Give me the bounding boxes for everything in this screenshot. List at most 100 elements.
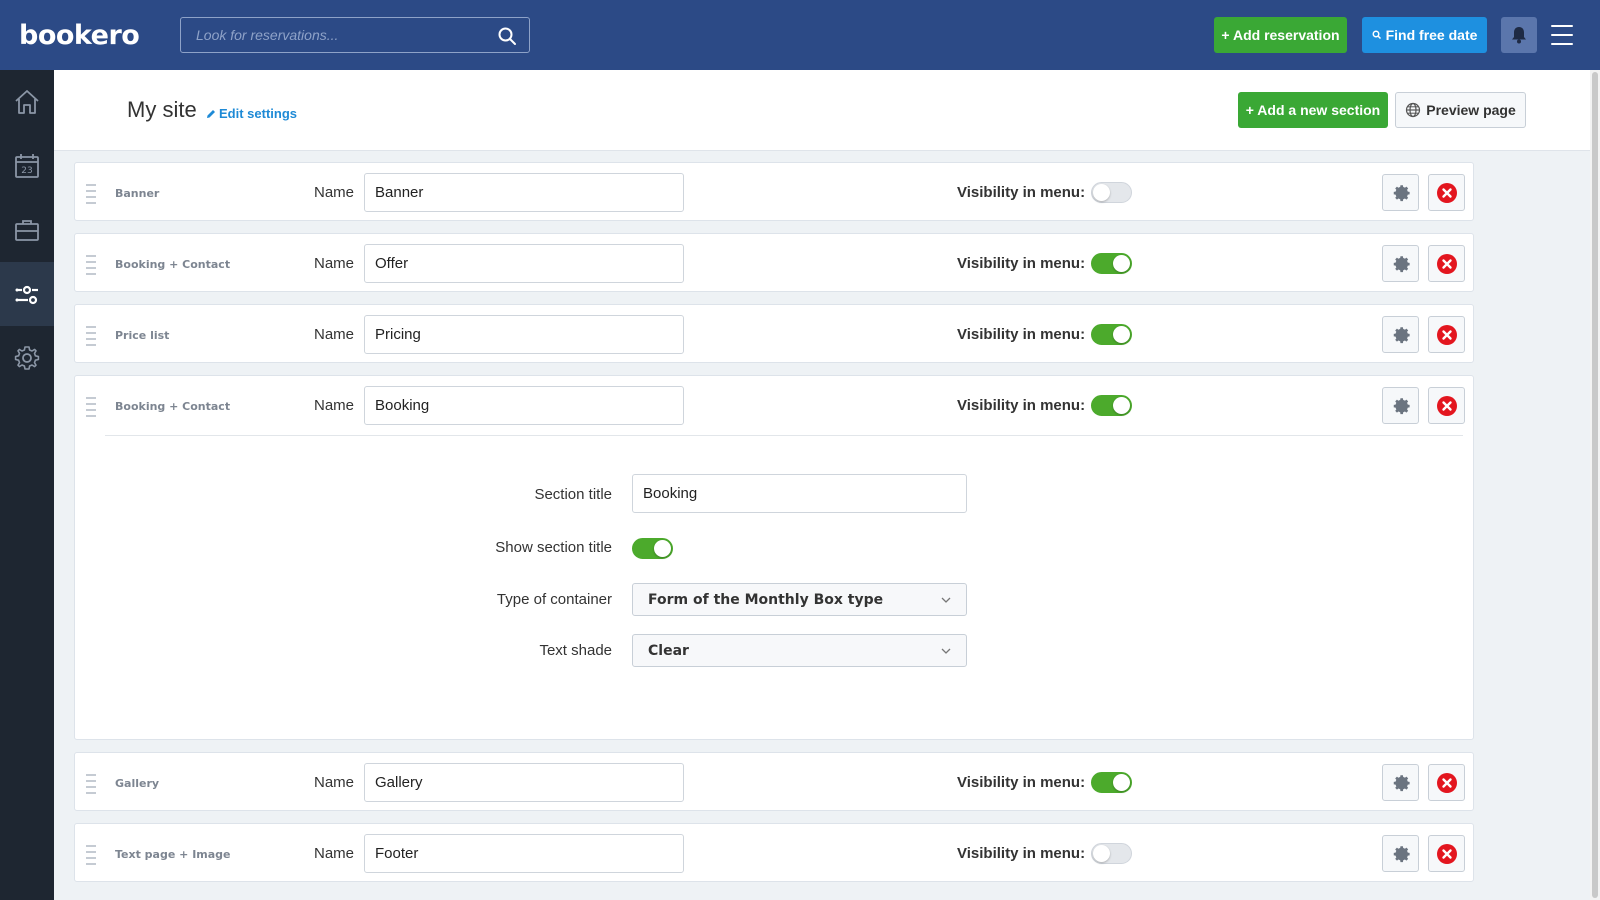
section-settings-button[interactable] (1382, 174, 1419, 211)
drag-handle-icon[interactable] (86, 255, 96, 275)
section-name-input[interactable] (364, 315, 684, 354)
section-row: Booking + Contact Name Visibility in men… (75, 234, 1473, 293)
search-icon (1372, 30, 1381, 40)
search-input[interactable] (181, 18, 529, 52)
section-title-input[interactable] (632, 474, 967, 513)
preview-page-button[interactable]: Preview page (1395, 92, 1526, 128)
section-card: Booking + Contact Name Visibility in men… (74, 375, 1474, 740)
find-free-date-button[interactable]: Find free date (1362, 17, 1487, 53)
drag-handle-icon[interactable] (86, 184, 96, 204)
section-card: Banner Name Visibility in menu: (74, 162, 1474, 221)
show-title-label: Show section title (495, 539, 612, 556)
name-label: Name (314, 845, 355, 862)
add-reservation-button[interactable]: + Add reservation (1214, 17, 1347, 53)
text-shade-select[interactable]: Clear (632, 634, 967, 667)
section-row: Booking + Contact Name Visibility in men… (75, 376, 1473, 435)
drag-handle-icon[interactable] (86, 397, 96, 417)
visibility-toggle[interactable] (1091, 324, 1132, 345)
sidebar-item-home[interactable] (0, 70, 54, 134)
delete-section-button[interactable] (1428, 316, 1465, 353)
show-title-toggle[interactable] (632, 538, 673, 559)
drag-handle-icon[interactable] (86, 326, 96, 346)
add-section-button[interactable]: + Add a new section (1238, 92, 1388, 128)
section-name-input[interactable] (364, 763, 684, 802)
drag-handle-icon[interactable] (86, 774, 96, 794)
container-type-select[interactable]: Form of the Monthly Box type (632, 583, 967, 616)
visibility-label: Visibility in menu: (957, 326, 1086, 343)
gear-icon (14, 346, 40, 370)
name-label: Name (314, 774, 355, 791)
bell-icon (1512, 27, 1526, 44)
section-settings-button[interactable] (1382, 835, 1419, 872)
sidebar: 23 (0, 70, 54, 900)
close-icon (1436, 182, 1457, 203)
scrollbar-thumb[interactable] (1592, 72, 1598, 898)
section-settings-button[interactable] (1382, 387, 1419, 424)
scrollbar[interactable] (1590, 70, 1600, 900)
name-label: Name (314, 255, 355, 272)
sidebar-item-site[interactable] (0, 262, 54, 326)
delete-section-button[interactable] (1428, 174, 1465, 211)
visibility-toggle[interactable] (1091, 182, 1132, 203)
close-icon (1436, 253, 1457, 274)
notifications-button[interactable] (1501, 17, 1537, 53)
delete-section-button[interactable] (1428, 245, 1465, 282)
section-type-label: Booking + Contact (115, 258, 231, 271)
visibility-label: Visibility in menu: (957, 397, 1086, 414)
menu-icon[interactable] (1551, 25, 1573, 45)
section-type-label: Booking + Contact (115, 400, 231, 413)
search-icon[interactable] (497, 26, 517, 46)
delete-section-button[interactable] (1428, 835, 1465, 872)
section-name-input[interactable] (364, 244, 684, 283)
gear-icon (1393, 255, 1410, 272)
gear-icon (1393, 326, 1410, 343)
section-type-label: Gallery (115, 777, 160, 790)
divider (105, 435, 1463, 436)
briefcase-icon (15, 220, 39, 241)
preview-page-label: Preview page (1426, 102, 1516, 118)
calendar-icon: 23 (15, 154, 39, 178)
close-icon (1436, 843, 1457, 864)
container-type-value: Form of the Monthly Box type (648, 591, 884, 608)
section-settings-button[interactable] (1382, 764, 1419, 801)
sidebar-item-settings[interactable] (0, 326, 54, 390)
edit-settings-label: Edit settings (219, 106, 298, 121)
section-name-input[interactable] (364, 173, 684, 212)
name-label: Name (314, 397, 355, 414)
visibility-toggle[interactable] (1091, 772, 1132, 793)
page-header: My site Edit settings + Add a new sectio… (54, 70, 1600, 151)
gear-icon (1393, 397, 1410, 414)
sidebar-item-services[interactable] (0, 198, 54, 262)
section-settings-button[interactable] (1382, 316, 1419, 353)
section-row: Text page + Image Name Visibility in men… (75, 824, 1473, 883)
visibility-label: Visibility in menu: (957, 774, 1086, 791)
pencil-icon (207, 109, 215, 118)
svg-text:23: 23 (21, 166, 32, 176)
edit-settings-link[interactable]: Edit settings (206, 106, 297, 121)
visibility-toggle[interactable] (1091, 843, 1132, 864)
close-icon (1436, 395, 1457, 416)
search-box[interactable] (180, 17, 530, 53)
delete-section-button[interactable] (1428, 764, 1465, 801)
container-type-label: Type of container (496, 591, 612, 608)
section-card: Text page + Image Name Visibility in men… (74, 823, 1474, 882)
delete-section-button[interactable] (1428, 387, 1465, 424)
section-name-input[interactable] (364, 834, 684, 873)
bookero-logo[interactable]: bookero (19, 16, 140, 54)
globe-icon (1406, 102, 1421, 118)
section-settings-button[interactable] (1382, 245, 1419, 282)
visibility-toggle[interactable] (1091, 395, 1132, 416)
section-type-label: Banner (115, 187, 160, 200)
visibility-label: Visibility in menu: (957, 184, 1086, 201)
chevron-down-icon (941, 597, 951, 603)
visibility-toggle[interactable] (1091, 253, 1132, 274)
section-card: Price list Name Visibility in menu: (74, 304, 1474, 363)
close-icon (1436, 772, 1457, 793)
page-title: My site (127, 97, 197, 122)
sidebar-item-calendar[interactable]: 23 (0, 134, 54, 198)
section-name-input[interactable] (364, 386, 684, 425)
gear-icon (1393, 774, 1410, 791)
drag-handle-icon[interactable] (86, 845, 96, 865)
gear-icon (1393, 845, 1410, 862)
find-free-date-label: Find free date (1385, 27, 1478, 43)
